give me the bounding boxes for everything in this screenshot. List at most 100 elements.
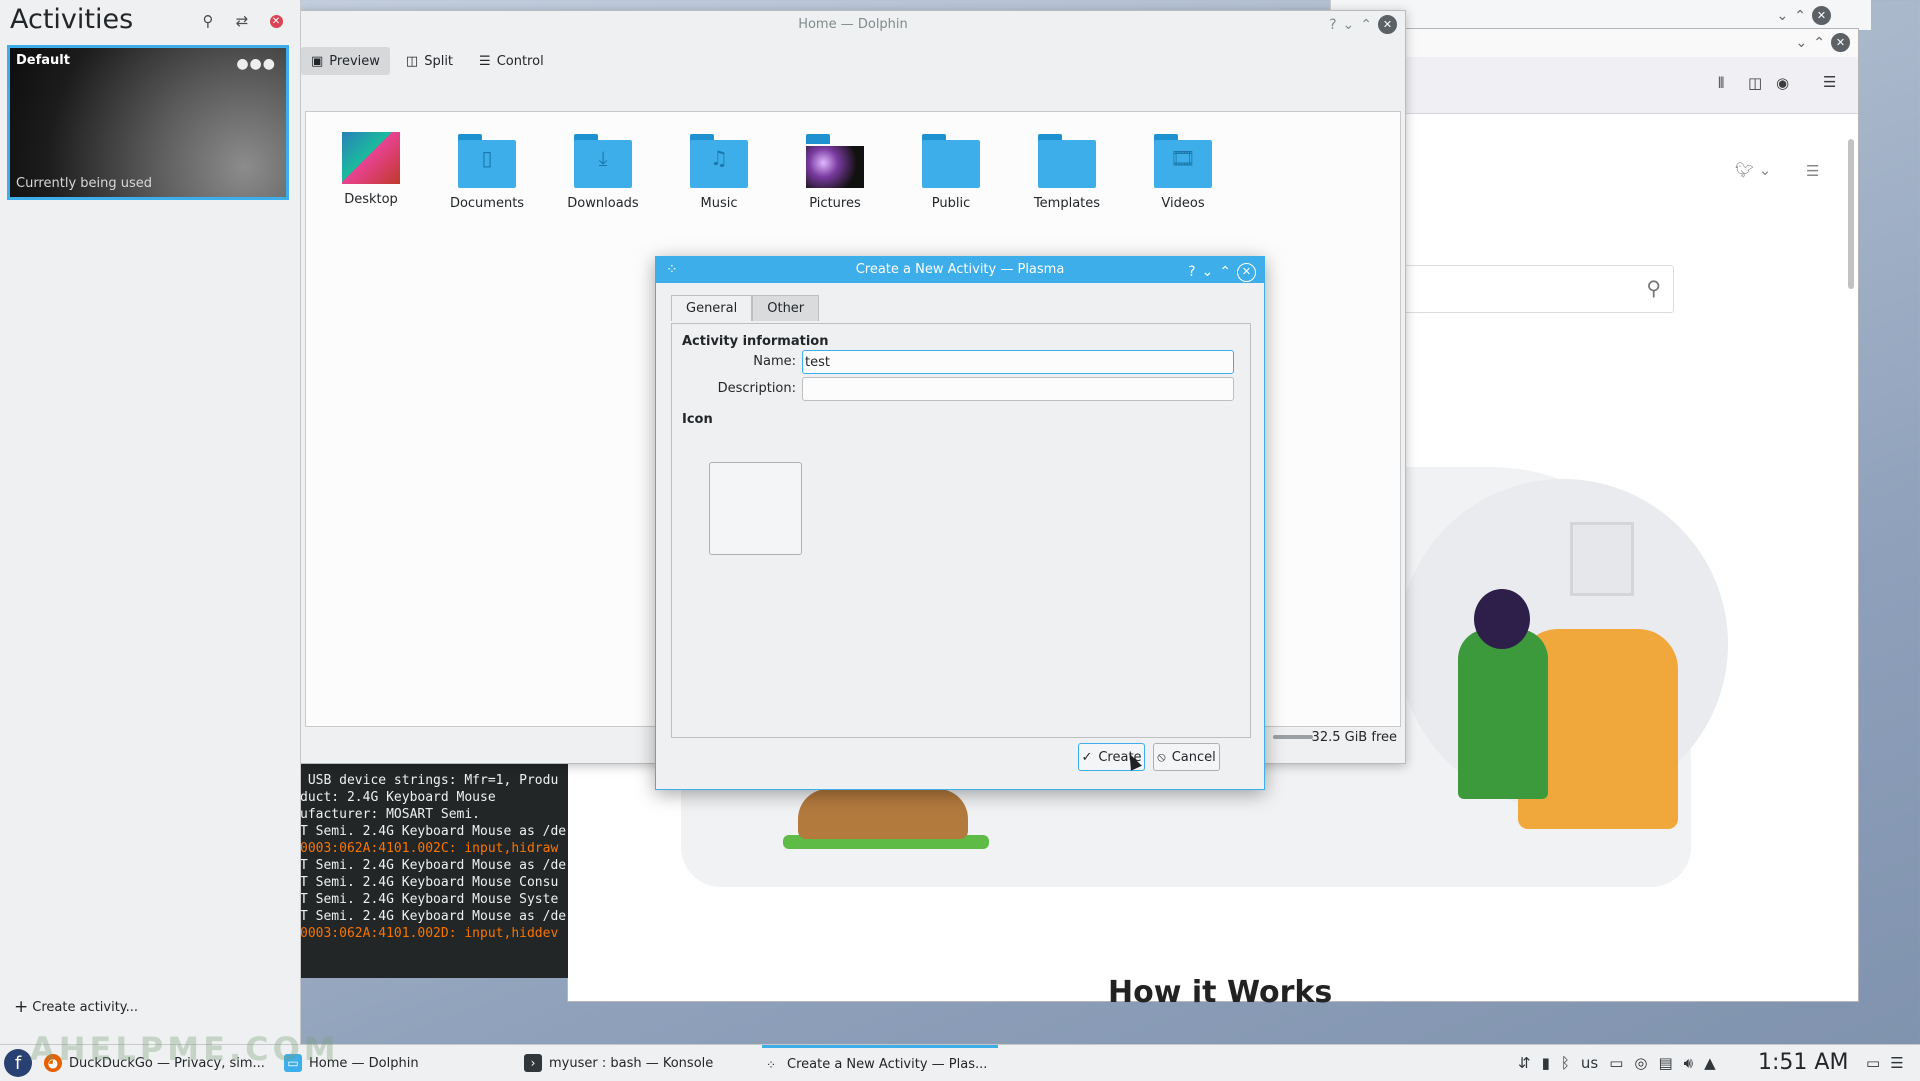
menu-icon[interactable]: ☰: [1823, 73, 1836, 91]
konsole-icon: ›: [524, 1054, 542, 1072]
sidebar-icon[interactable]: ◫: [1748, 74, 1762, 92]
battery-icon[interactable]: ▮: [1542, 1054, 1550, 1072]
dialog-window-controls: ? ⌄ ⌃ ✕: [1188, 259, 1256, 285]
terminal-line: duct: 2.4G Keyboard Mouse: [300, 790, 496, 805]
account-icon[interactable]: ◉: [1776, 74, 1789, 92]
close-panel-button[interactable]: ✕: [265, 10, 287, 32]
activities-app-icon: ⁘: [765, 1057, 777, 1072]
dialog-tabs: General Other: [671, 295, 820, 321]
desktop-folder-icon: [342, 132, 400, 184]
expand-tray-icon[interactable]: ▲: [1704, 1054, 1716, 1072]
create-activity-dialog: ⁘ Create a New Activity — Plasma ? ⌄ ⌃ ✕…: [655, 256, 1265, 790]
help-icon[interactable]: ?: [1329, 17, 1336, 33]
tab-other[interactable]: Other: [752, 295, 820, 321]
illustration-dog: [798, 789, 968, 839]
activity-name: Default: [16, 53, 70, 68]
browser-window-controls: ⌄ ⌃ ✕: [1796, 33, 1850, 52]
dolphin-title: Home — Dolphin: [798, 17, 908, 32]
help-icon[interactable]: ?: [1188, 259, 1195, 285]
pictures-folder-icon: [806, 132, 864, 188]
free-space-bar: [1273, 735, 1313, 739]
tab-general[interactable]: General: [671, 295, 753, 321]
name-input[interactable]: [802, 350, 1234, 374]
folder-public[interactable]: Public: [901, 132, 1001, 211]
close-icon[interactable]: ✕: [1378, 15, 1397, 34]
check-icon: ✓: [1081, 749, 1093, 765]
close-icon[interactable]: ✕: [1237, 262, 1256, 282]
maximize-icon[interactable]: ⌃: [1813, 35, 1825, 51]
videos-folder-icon: 🎞︎: [1154, 132, 1212, 188]
preview-button[interactable]: ▣ Preview: [301, 47, 390, 75]
description-input[interactable]: [802, 377, 1234, 401]
minimize-icon[interactable]: ⌄: [1796, 35, 1808, 51]
folder-downloads[interactable]: ⤓ Downloads: [553, 132, 653, 211]
minimize-icon[interactable]: ⌄: [1202, 259, 1214, 285]
control-button[interactable]: ☰ Control: [469, 47, 554, 75]
twitter-icon[interactable]: 🐦︎ ⌄: [1735, 161, 1771, 179]
task-create-activity[interactable]: ⁘ Create a New Activity — Plas...: [762, 1045, 998, 1081]
search-icon[interactable]: ⚲: [197, 10, 219, 32]
tray-extra: ▭ ☰: [1866, 1045, 1904, 1081]
folder-videos[interactable]: 🎞︎ Videos: [1133, 132, 1233, 211]
browser-scrollbar[interactable]: [1848, 139, 1854, 289]
activity-card-default[interactable]: Default ●●● Currently being used: [7, 45, 289, 200]
display-icon[interactable]: ▭: [1609, 1054, 1623, 1072]
activity-info-heading: Activity information: [682, 334, 829, 349]
terminal-line: T Semi. 2.4G Keyboard Mouse as /de: [300, 909, 567, 924]
create-activity-button[interactable]: + Create activity...: [14, 997, 138, 1017]
terminal-line: USB device strings: Mfr=1, Produ: [300, 773, 559, 788]
how-it-works-heading: How it Works: [1108, 975, 1333, 1010]
updates-icon[interactable]: ◎: [1634, 1054, 1647, 1072]
public-folder-icon: [922, 132, 980, 188]
task-konsole[interactable]: › myuser : bash — Konsole: [524, 1045, 754, 1081]
network-icon[interactable]: ⇵: [1518, 1054, 1531, 1072]
site-menu-icon[interactable]: ☰: [1806, 162, 1819, 180]
terminal-line: T Semi. 2.4G Keyboard Mouse Syste: [300, 892, 559, 907]
konsole-window[interactable]: USB device strings: Mfr=1, Produ duct: 2…: [300, 740, 568, 978]
cancel-button[interactable]: ⦸ Cancel: [1153, 743, 1220, 771]
folder-music[interactable]: ♫ Music: [669, 132, 769, 211]
dialog-title: Create a New Activity — Plasma: [855, 262, 1065, 277]
minimize-icon[interactable]: ⌄: [1343, 17, 1355, 33]
app-launcher-button[interactable]: f: [4, 1045, 32, 1081]
icon-picker-button[interactable]: [709, 462, 802, 555]
fedora-icon: f: [4, 1049, 32, 1077]
illustration-picture-frame: [1570, 522, 1634, 596]
terminal-line: T Semi. 2.4G Keyboard Mouse as /de: [300, 858, 567, 873]
show-desktop-icon[interactable]: ▭: [1866, 1054, 1880, 1072]
filter-settings-icon[interactable]: ⇄: [231, 10, 253, 32]
terminal-line: 0003:062A:4101.002D: input,hiddev: [300, 926, 559, 941]
close-icon[interactable]: ✕: [1812, 6, 1831, 25]
maximize-icon[interactable]: ⌃: [1219, 259, 1231, 285]
panel-settings-icon[interactable]: ☰: [1890, 1054, 1903, 1072]
terminal-line: ufacturer: MOSART Semi.: [300, 807, 481, 822]
clock[interactable]: 1:51 AM: [1758, 1045, 1848, 1081]
minimize-icon[interactable]: ⌄: [1777, 8, 1789, 24]
search-icon[interactable]: ⚲: [1646, 276, 1661, 300]
illustration-person: [1458, 629, 1548, 799]
more-options-icon[interactable]: ●●●: [236, 56, 276, 72]
watermark: AHELPME.COM: [30, 1030, 340, 1068]
dolphin-window-controls: ? ⌄ ⌃ ✕: [1329, 15, 1397, 34]
close-icon[interactable]: ✕: [1831, 33, 1850, 52]
folder-desktop[interactable]: Desktop: [321, 132, 421, 207]
terminal-line: 0003:062A:4101.002C: input,hidraw: [300, 841, 559, 856]
general-tab-panel: Activity information Name: Description: …: [671, 323, 1251, 738]
maximize-icon[interactable]: ⌃: [1794, 8, 1806, 24]
site-search-box[interactable]: ⚲: [1368, 265, 1674, 313]
bluetooth-icon[interactable]: ᛒ: [1561, 1054, 1570, 1072]
dialog-titlebar: ⁘ Create a New Activity — Plasma ? ⌄ ⌃ ✕: [656, 257, 1264, 283]
volume-icon[interactable]: 🔊︎: [1684, 1054, 1693, 1072]
folder-templates[interactable]: Templates: [1017, 132, 1117, 211]
menu-icon: ☰: [479, 53, 491, 69]
icon-heading: Icon: [682, 412, 713, 427]
folder-documents[interactable]: ▯ Documents: [437, 132, 537, 211]
maximize-icon[interactable]: ⌃: [1360, 17, 1372, 33]
close-icon: ✕: [269, 14, 283, 28]
free-space-label: 32.5 GiB free: [1311, 730, 1397, 745]
split-button[interactable]: ◫ Split: [396, 47, 463, 75]
folder-pictures[interactable]: Pictures: [785, 132, 885, 211]
library-icon[interactable]: ⫴: [1718, 74, 1724, 92]
clipboard-icon[interactable]: ▤: [1658, 1054, 1672, 1072]
keyboard-layout[interactable]: us: [1581, 1054, 1598, 1072]
